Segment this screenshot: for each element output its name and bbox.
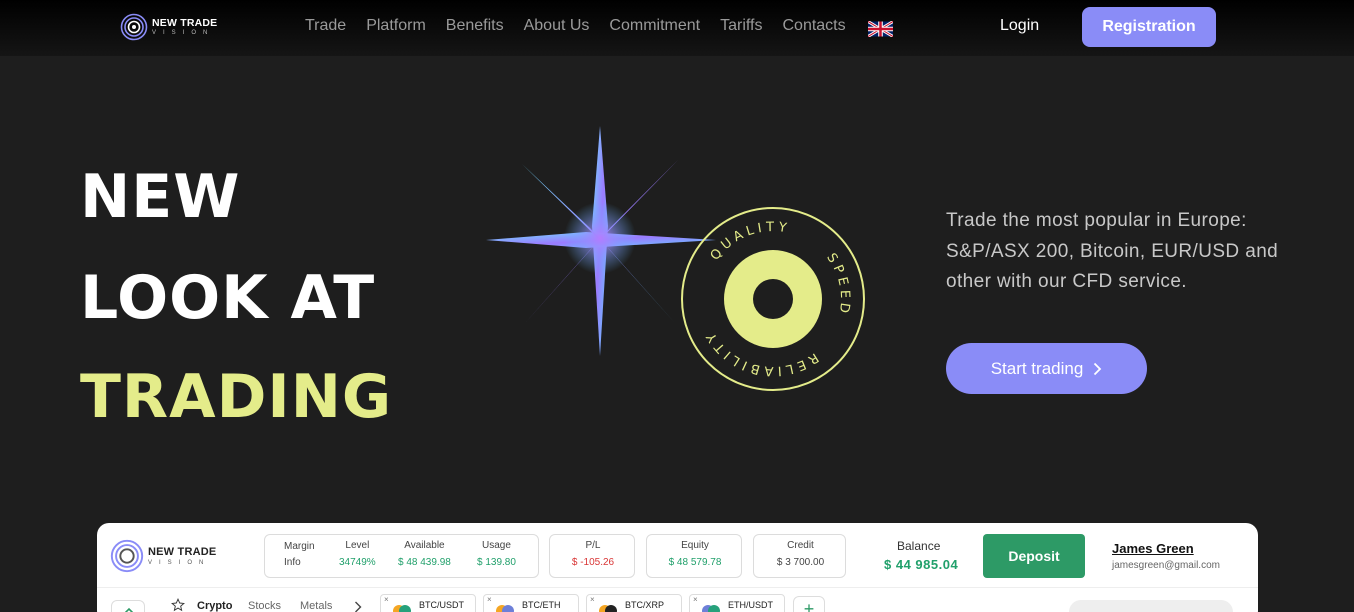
star-favorite-icon[interactable] [171,598,185,612]
start-trading-label: Start trading [990,358,1084,378]
balance-label: Balance [897,539,941,553]
pair-tab-eth-usdt[interactable]: × ETH/USDT [689,594,785,612]
balance-value: $ 44 985.04 [884,557,959,572]
pl-box: P/L $ -105.26 [549,534,635,578]
instrument-selector[interactable] [1069,600,1233,612]
top-navigation-bar: NEW TRADE VISION Trade Platform Benefits… [0,0,1354,56]
pair-label: BTC/XRP [625,600,665,610]
margin-info-box: Margin Info Level 34749% Available $ 48 … [264,534,539,578]
pair-label: BTC/ETH [522,600,561,610]
hero-title-line-2: LOOK AT [80,263,376,333]
category-tab-metals[interactable]: Metals [300,600,332,612]
pl-label: P/L [585,540,601,551]
category-tab-crypto[interactable]: Crypto [197,600,232,612]
margin-label: Margin [284,541,315,552]
user-email: jamesgreen@gmail.com [1112,560,1220,571]
hero-description: Trade the most popular in Europe: S&P/AS… [946,210,1279,292]
brand-tagline: VISION [152,30,215,37]
add-pair-button[interactable]: + [793,596,825,612]
close-tab-icon[interactable]: × [487,595,492,604]
nav-item-tariffs[interactable]: Tariffs [720,17,762,35]
home-icon [124,607,134,612]
credit-label: Credit [787,540,814,551]
credit-value: $ 3 700.00 [776,557,825,568]
brand-name: NEW TRADE [152,16,218,29]
nav-item-platform[interactable]: Platform [366,17,426,35]
nav-item-trade[interactable]: Trade [305,17,346,35]
available-value: $ 48 439.98 [398,557,451,568]
pair-tab-btc-eth[interactable]: × BTC/ETH [483,594,579,612]
nav-item-about-us[interactable]: About Us [524,17,590,35]
logo-icon [120,13,148,41]
btc-xrp-coin-icon [599,605,617,612]
home-button[interactable] [111,600,145,612]
eth-usdt-coin-icon [702,605,720,612]
chevron-right-small-icon[interactable] [354,601,362,612]
svg-text:SPEED: SPEED [823,251,852,318]
brand-logo[interactable]: NEW TRADE VISION [120,13,217,41]
start-trading-button[interactable]: Start trading [946,343,1147,394]
nav-item-contacts[interactable]: Contacts [782,17,845,35]
platform-brand-name: NEW TRADE [148,545,217,558]
nav-item-commitment[interactable]: Commitment [609,17,700,35]
pair-label: ETH/USDT [728,600,773,610]
registration-button[interactable]: Registration [1082,7,1216,47]
trading-platform-preview: NEW TRADE VISION Margin Info Level 34749… [97,523,1258,612]
user-name[interactable]: James Green [1112,541,1194,556]
nav-item-benefits[interactable]: Benefits [446,17,504,35]
pair-tab-btc-xrp[interactable]: × BTC/XRP [586,594,682,612]
deposit-button[interactable]: Deposit [983,534,1085,578]
pair-tab-btc-usdt[interactable]: × BTC/USDT [380,594,476,612]
platform-brand-tagline: VISION [148,559,211,566]
pl-value: $ -105.26 [571,557,615,568]
equity-box: Equity $ 48 579.78 [646,534,742,578]
close-tab-icon[interactable]: × [693,595,698,604]
uk-flag-icon[interactable] [868,21,893,37]
category-tab-stocks[interactable]: Stocks [248,600,281,612]
instrument-tabs-row: Crypto Stocks Metals × BTC/USDT × BTC/ET… [97,587,1258,612]
equity-value: $ 48 579.78 [668,557,722,568]
platform-logo: NEW TRADE VISION [110,539,216,573]
main-nav: Trade Platform Benefits About Us Commitm… [305,17,846,35]
usage-value: $ 139.80 [477,557,516,568]
level-value: 34749% [339,557,376,568]
hero-title-line-1: NEW [80,162,241,232]
quality-speed-reliability-badge: QUALITY SPEED RELIABILITY [681,207,865,391]
hero-title-line-3: TRADING [80,362,393,432]
badge-word-speed: SPEED [823,251,848,318]
equity-label: Equity [681,540,709,551]
close-tab-icon[interactable]: × [590,595,595,604]
margin-info-label: Info [284,557,301,568]
usage-label: Usage [482,540,511,551]
available-label: Available [404,540,445,551]
btc-usdt-coin-icon [393,605,411,612]
chevron-right-icon [1094,362,1102,375]
platform-logo-icon [110,539,144,573]
login-link[interactable]: Login [1000,17,1039,35]
level-label: Level [345,540,370,551]
btc-eth-coin-icon [496,605,514,612]
credit-box: Credit $ 3 700.00 [753,534,846,578]
close-tab-icon[interactable]: × [384,595,389,604]
pair-label: BTC/USDT [419,600,464,610]
